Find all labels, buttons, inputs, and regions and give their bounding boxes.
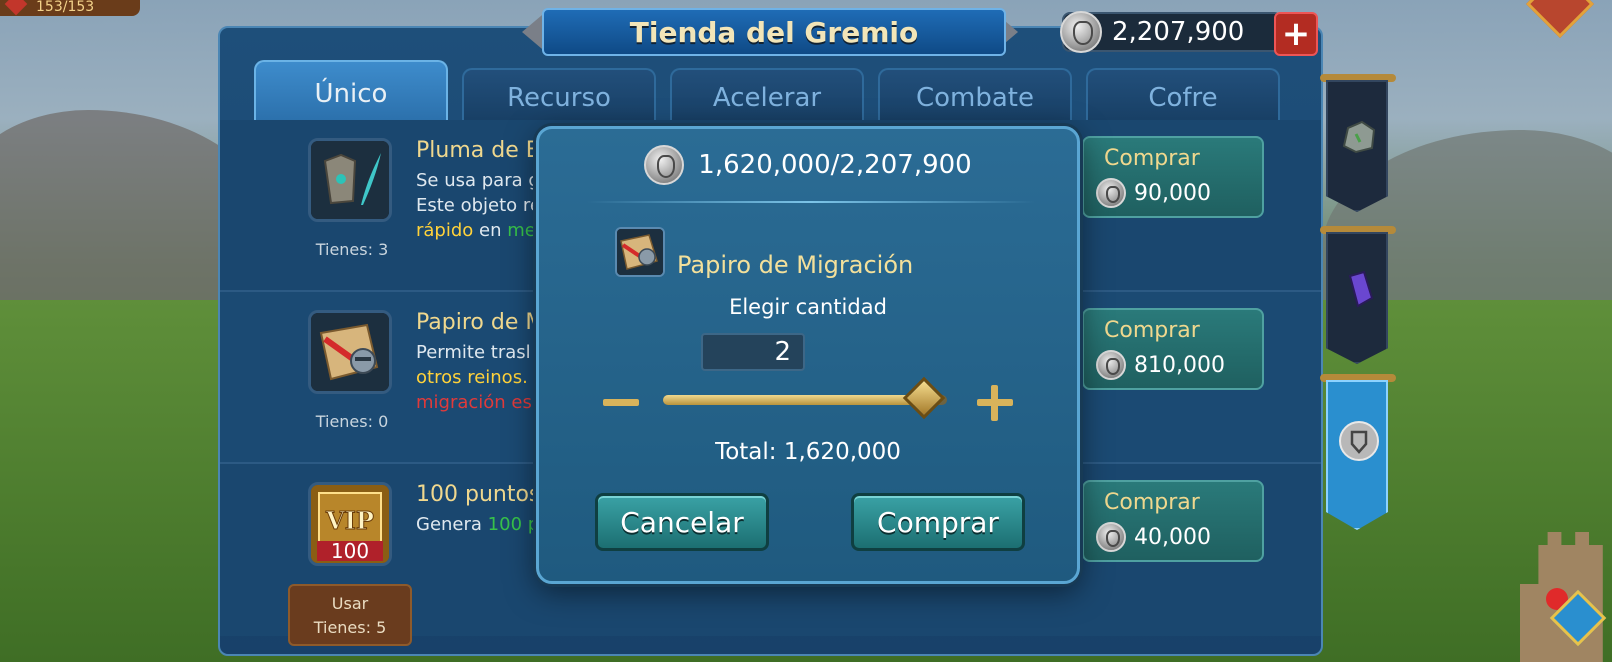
currency-display: 2,207,900 + xyxy=(1060,11,1318,56)
tab-combate[interactable]: Combate xyxy=(878,68,1072,126)
item-name: Papiro de Migración xyxy=(677,251,914,279)
price-value: 90,000 xyxy=(1134,180,1211,206)
divider xyxy=(587,201,1035,203)
quantity-slider[interactable] xyxy=(663,376,947,420)
item-description: Se usa para g Este objeto re rápido en m… xyxy=(416,168,541,243)
side-tab-resources[interactable] xyxy=(1326,80,1388,212)
desc-line: Permite trasl xyxy=(416,342,531,363)
tab-bar: Único Recurso Acelerar Combate Cofre xyxy=(254,60,1280,126)
plus-icon[interactable] xyxy=(975,383,1015,423)
coin-icon xyxy=(1096,350,1126,380)
buy-label: Comprar xyxy=(1104,318,1200,343)
quantity-input[interactable]: 2 xyxy=(701,333,805,371)
cancel-button[interactable]: Cancelar xyxy=(595,493,769,551)
tab-unico[interactable]: Único xyxy=(254,60,448,126)
item-name: Papiro de M xyxy=(416,310,545,335)
top-stat-text: 153/153 xyxy=(36,0,95,15)
feather-armor-icon[interactable] xyxy=(308,138,392,222)
item-description: Genera 100 p xyxy=(416,512,539,537)
desc-line: otros reinos. xyxy=(416,367,528,388)
owned-count: Tienes: 3 xyxy=(315,240,389,259)
total-cost: Total: 1,620,000 xyxy=(715,439,901,465)
desc-line: migración es xyxy=(416,392,532,413)
buy-button[interactable]: Comprar 810,000 xyxy=(1082,308,1264,390)
use-label: Usar xyxy=(331,594,369,613)
price: 810,000 xyxy=(1096,350,1225,380)
slider-fill xyxy=(663,395,925,405)
buy-label: Comprar xyxy=(1104,490,1200,515)
owned-count: Tienes: 5 xyxy=(313,618,387,637)
price-value: 810,000 xyxy=(1134,352,1225,378)
item-description: Permite trasl otros reinos. migración es xyxy=(416,340,532,415)
buy-button[interactable]: Comprar 90,000 xyxy=(1082,136,1264,218)
tab-cofre[interactable]: Cofre xyxy=(1086,68,1280,126)
heart-icon xyxy=(4,0,28,16)
side-tab-gems[interactable] xyxy=(1326,232,1388,364)
top-stat-bar: 153/153 xyxy=(0,0,140,16)
desc-highlight: me xyxy=(507,220,536,241)
coin-icon xyxy=(1096,178,1126,208)
desc-line: rápido en me xyxy=(416,218,541,243)
balance-header: 1,620,000/2,207,900 xyxy=(539,145,1077,185)
shield-icon xyxy=(1339,421,1379,461)
crystal-icon xyxy=(1348,270,1374,308)
owned-count: Tienes: 0 xyxy=(315,412,389,431)
scroll-icon xyxy=(615,227,665,277)
quantity-label: Elegir cantidad xyxy=(729,295,887,319)
buy-button[interactable]: Comprar 40,000 xyxy=(1082,480,1264,562)
desc-line: Se usa para g xyxy=(416,170,540,191)
add-currency-button[interactable]: + xyxy=(1274,12,1318,56)
purchase-dialog: 1,620,000/2,207,900 Papiro de Migración … xyxy=(536,126,1080,584)
price: 90,000 xyxy=(1096,178,1211,208)
currency-amount: 2,207,900 xyxy=(1112,17,1245,47)
use-button[interactable]: Usar Tienes: 5 xyxy=(288,584,412,646)
coin-icon xyxy=(1096,522,1126,552)
tab-recurso[interactable]: Recurso xyxy=(462,68,656,126)
desc-line: Genera 100 p xyxy=(416,512,539,537)
tab-acelerar[interactable]: Acelerar xyxy=(670,68,864,126)
vip-points-text: 100 xyxy=(331,539,369,563)
rock-icon xyxy=(1342,120,1376,154)
confirm-buy-button[interactable]: Comprar xyxy=(851,493,1025,551)
desc-text: Genera xyxy=(416,514,488,535)
slider-thumb[interactable] xyxy=(903,376,946,420)
page-title: Tienda del Gremio xyxy=(542,8,1006,56)
minus-icon[interactable] xyxy=(601,391,641,415)
vip-icon[interactable]: VIP 100 xyxy=(308,482,392,566)
item-name: Pluma de E xyxy=(416,138,540,163)
buy-label: Comprar xyxy=(1104,146,1200,171)
price-value: 40,000 xyxy=(1134,524,1211,550)
desc-text: en xyxy=(473,220,508,241)
item-name: 100 puntos xyxy=(416,482,541,507)
scroll-icon[interactable] xyxy=(308,310,392,394)
balance-text: 1,620,000/2,207,900 xyxy=(698,150,972,180)
desc-highlight: 100 p xyxy=(487,514,540,535)
side-tab-guild-coins[interactable] xyxy=(1326,380,1388,530)
price: 40,000 xyxy=(1096,522,1211,552)
desc-line: Este objeto re xyxy=(416,195,541,216)
vip-text: VIP xyxy=(325,506,374,535)
coin-icon xyxy=(1060,11,1102,53)
coin-icon xyxy=(644,145,685,185)
corner-shield-icon[interactable] xyxy=(1526,0,1594,38)
desc-highlight: rápido xyxy=(416,220,474,241)
